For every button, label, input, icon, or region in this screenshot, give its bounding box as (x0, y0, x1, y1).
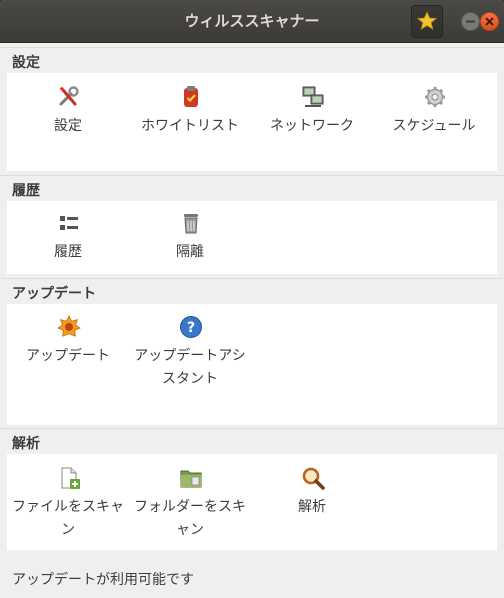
section-title-history: 履歴 (12, 183, 40, 199)
whitelist-icon (184, 86, 198, 107)
quarantine-item[interactable]: 隔離 (129, 211, 251, 271)
help-question-icon: ? (180, 316, 202, 338)
close-button[interactable] (480, 12, 499, 31)
folder-icon (180, 470, 202, 488)
section-header-update: アップデート (0, 278, 504, 305)
star-icon (417, 11, 437, 30)
history-panel: 履歴 隔離 (7, 201, 497, 274)
section-title-analysis: 解析 (12, 436, 40, 452)
whitelist-label: ホワイトリスト (141, 118, 239, 134)
schedule-item[interactable]: スケジュール (373, 85, 495, 167)
update-label: アップデート (26, 348, 110, 364)
scan-file-label: ファイルをスキャン (12, 499, 124, 538)
settings-label: 設定 (54, 118, 82, 134)
section-header-analysis: 解析 (0, 428, 504, 455)
network-item[interactable]: ネットワーク (251, 85, 373, 167)
status-text: アップデートが利用可能です (12, 572, 194, 588)
network-label: ネットワーク (270, 118, 354, 134)
settings-panel: 設定 ホワイトリスト ネットワーク スケジュール (7, 73, 497, 171)
section-header-history: 履歴 (0, 175, 504, 202)
section-title-update: アップデート (12, 286, 96, 302)
favorite-button[interactable] (411, 5, 443, 38)
analysis-label: 解析 (298, 499, 326, 515)
analysis-item[interactable]: 解析 (251, 466, 373, 548)
update-assistant-item[interactable]: ? アップデートアシスタント (129, 315, 251, 397)
update-item[interactable]: アップデート (7, 315, 129, 397)
scan-folder-label: フォルダーをスキャン (134, 499, 246, 538)
close-icon (485, 17, 494, 26)
title-bar[interactable]: ウィルススキャナー (0, 0, 504, 43)
update-burst-icon (57, 315, 81, 337)
section-header-settings: 設定 (0, 47, 504, 74)
minimize-icon (466, 20, 475, 23)
scan-file-item[interactable]: ファイルをスキャン (7, 466, 129, 548)
status-bar: アップデートが利用可能です (0, 556, 504, 598)
gear-icon (425, 87, 445, 107)
history-label: 履歴 (54, 244, 82, 260)
history-list-icon (60, 216, 78, 230)
update-assistant-label: アップデートアシスタント (134, 348, 246, 387)
settings-item[interactable]: 設定 (7, 85, 129, 167)
history-item[interactable]: 履歴 (7, 211, 129, 271)
svg-text:?: ? (187, 320, 195, 336)
whitelist-item[interactable]: ホワイトリスト (129, 85, 251, 167)
section-title-settings: 設定 (12, 55, 40, 71)
scan-folder-item[interactable]: フォルダーをスキャン (129, 466, 251, 548)
network-icon (302, 86, 324, 107)
magnifier-icon (302, 467, 325, 490)
app-window: ウィルススキャナー 設定 設定 ホワイトリスト ネットワーク スケジュール 履歴… (0, 0, 504, 598)
schedule-label: スケジュール (392, 118, 476, 134)
quarantine-trash-icon (184, 214, 198, 234)
update-panel: アップデート ? アップデートアシスタント (7, 304, 497, 425)
minimize-button[interactable] (461, 12, 480, 31)
file-add-icon (61, 467, 80, 489)
tools-icon (59, 86, 79, 106)
quarantine-label: 隔離 (176, 244, 204, 260)
analysis-panel: ファイルをスキャン フォルダーをスキャン 解析 (7, 454, 497, 550)
